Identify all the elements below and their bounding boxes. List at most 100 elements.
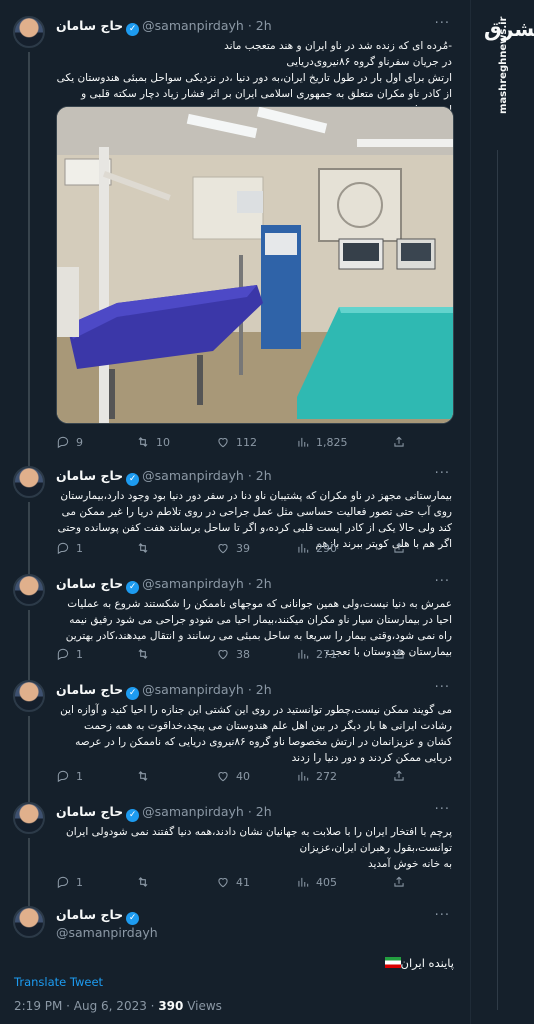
heart-icon: [218, 438, 228, 448]
tweet-actions: 1 39 290: [56, 540, 454, 558]
heart-icon: [218, 650, 228, 660]
more-icon[interactable]: ···: [435, 574, 450, 589]
brand-url: mashreghnews.ir: [498, 16, 509, 114]
tweet-text: می گویند ممکن نیست،چطور توانستید در روی …: [60, 704, 452, 764]
author-handle[interactable]: @samanpirdayh: [142, 18, 244, 33]
author-handle[interactable]: @samanpirdayh: [56, 925, 158, 940]
tweet-time[interactable]: 2h: [256, 804, 272, 819]
author-name[interactable]: حاج سامان: [56, 18, 123, 33]
tweet-header: حاج سامان ✓ @samanpirdayh · 2h: [56, 468, 272, 486]
author-handle[interactable]: @samanpirdayh: [142, 468, 244, 483]
views-count: 390: [158, 999, 184, 1013]
right-margin: مشرق mashreghnews.ir: [470, 0, 534, 1024]
reply-button[interactable]: 1: [56, 768, 83, 786]
avatar[interactable]: [13, 680, 45, 712]
retweet-button[interactable]: [136, 768, 156, 786]
author-name[interactable]: حاج سامان: [56, 804, 123, 819]
tweet[interactable]: حاج سامان ✓ @samanpirdayh · 2h ··· -مُرده …: [0, 0, 470, 460]
avatar[interactable]: [13, 574, 45, 606]
author-handle[interactable]: @samanpirdayh: [142, 804, 244, 819]
tweet-header: حاج سامان ✓ @samanpirdayh · 2h: [56, 682, 272, 700]
like-button[interactable]: 41: [216, 874, 250, 892]
retweet-button[interactable]: [136, 874, 156, 892]
tweet-text: پرچم با افتخار ایران را با صلابت به جهان…: [66, 826, 452, 870]
tweet[interactable]: حاج سامان ✓ @samanpirdayh · 2h ··· بیمارست…: [0, 460, 470, 568]
thread-line: [28, 902, 30, 906]
tweet-text: پاینده ایران: [381, 956, 454, 970]
views-button[interactable]: 1,825: [296, 434, 348, 452]
retweet-button[interactable]: [136, 646, 156, 664]
author-name[interactable]: حاج سامان: [56, 576, 123, 591]
views-button[interactable]: 271: [296, 646, 337, 664]
like-button[interactable]: 39: [216, 540, 250, 558]
share-icon: [394, 648, 404, 659]
tweet-photo[interactable]: [56, 106, 454, 424]
verified-badge-icon: ✓: [126, 809, 140, 822]
tweet-actions: 1 41 405: [56, 874, 454, 892]
retweet-icon: [138, 437, 148, 447]
author-handle[interactable]: @samanpirdayh: [142, 576, 244, 591]
share-icon: [394, 436, 404, 447]
more-icon[interactable]: ···: [435, 908, 450, 923]
reply-button[interactable]: 1: [56, 540, 83, 558]
retweet-icon: [138, 649, 148, 659]
more-icon[interactable]: ···: [435, 16, 450, 31]
reply-button[interactable]: 9: [56, 434, 83, 452]
like-button[interactable]: 40: [216, 768, 250, 786]
avatar[interactable]: [13, 906, 45, 938]
share-icon: [394, 876, 404, 887]
tweet-time[interactable]: 2h: [256, 18, 272, 33]
tweet-timestamp[interactable]: 2:19 PM · Aug 6, 2023 ·: [14, 999, 154, 1013]
thread-line: [28, 502, 30, 568]
translate-tweet-link[interactable]: Translate Tweet: [14, 975, 103, 989]
tweet-time[interactable]: 2h: [256, 576, 272, 591]
author-handle[interactable]: @samanpirdayh: [142, 682, 244, 697]
reply-icon: [57, 436, 69, 449]
author-name[interactable]: حاج سامان: [56, 468, 123, 483]
views-button[interactable]: 290: [296, 540, 337, 558]
thread-line: [28, 838, 30, 902]
views-label: Views: [187, 999, 222, 1013]
tweet-header: حاج سامان ✓ @samanpirdayh · 2h: [56, 18, 272, 36]
avatar[interactable]: [13, 466, 45, 498]
tweet-time[interactable]: 2h: [256, 468, 272, 483]
views-icon: [298, 771, 309, 781]
views-button[interactable]: 272: [296, 768, 337, 786]
share-button[interactable]: [392, 768, 412, 786]
reply-button[interactable]: 1: [56, 646, 83, 664]
avatar[interactable]: [13, 16, 45, 48]
scroll-rail[interactable]: [497, 150, 498, 1010]
more-icon[interactable]: ···: [435, 466, 450, 481]
tweet[interactable]: حاج سامان ✓ @samanpirdayh · 2h ··· عمرش به…: [0, 568, 470, 674]
heart-icon: [218, 772, 228, 782]
like-button[interactable]: 38: [216, 646, 250, 664]
retweet-button[interactable]: [136, 540, 156, 558]
share-icon: [394, 542, 404, 553]
retweet-button[interactable]: 10: [136, 434, 170, 452]
hospital-room-image: [57, 107, 453, 423]
thread-line: [28, 716, 30, 796]
reply-button[interactable]: 1: [56, 874, 83, 892]
tweet-meta: 2:19 PM · Aug 6, 2023 · 390 Views: [14, 999, 222, 1013]
tweet[interactable]: حاج سامان ✓ @samanpirdayh · 2h ··· می گوین…: [0, 674, 470, 796]
views-icon: [298, 877, 309, 887]
views-button[interactable]: 405: [296, 874, 337, 892]
verified-badge-icon: ✓: [126, 912, 140, 925]
share-button[interactable]: [392, 874, 412, 892]
tweet[interactable]: حاج سامان ✓ @samanpirdayh · 2h ··· پرچم با…: [0, 796, 470, 902]
share-icon: [394, 770, 404, 781]
share-button[interactable]: [392, 434, 412, 452]
share-button[interactable]: [392, 646, 412, 664]
retweet-icon: [138, 877, 148, 887]
share-button[interactable]: [392, 540, 412, 558]
thread-line: [28, 52, 30, 460]
author-name[interactable]: حاج سامان ✓: [56, 907, 142, 925]
more-icon[interactable]: ···: [435, 680, 450, 695]
views-icon: [298, 543, 309, 553]
avatar[interactable]: [13, 802, 45, 834]
reply-icon: [57, 648, 69, 661]
author-name[interactable]: حاج سامان: [56, 682, 123, 697]
more-icon[interactable]: ···: [435, 802, 450, 817]
like-button[interactable]: 112: [216, 434, 257, 452]
tweet-time[interactable]: 2h: [256, 682, 272, 697]
